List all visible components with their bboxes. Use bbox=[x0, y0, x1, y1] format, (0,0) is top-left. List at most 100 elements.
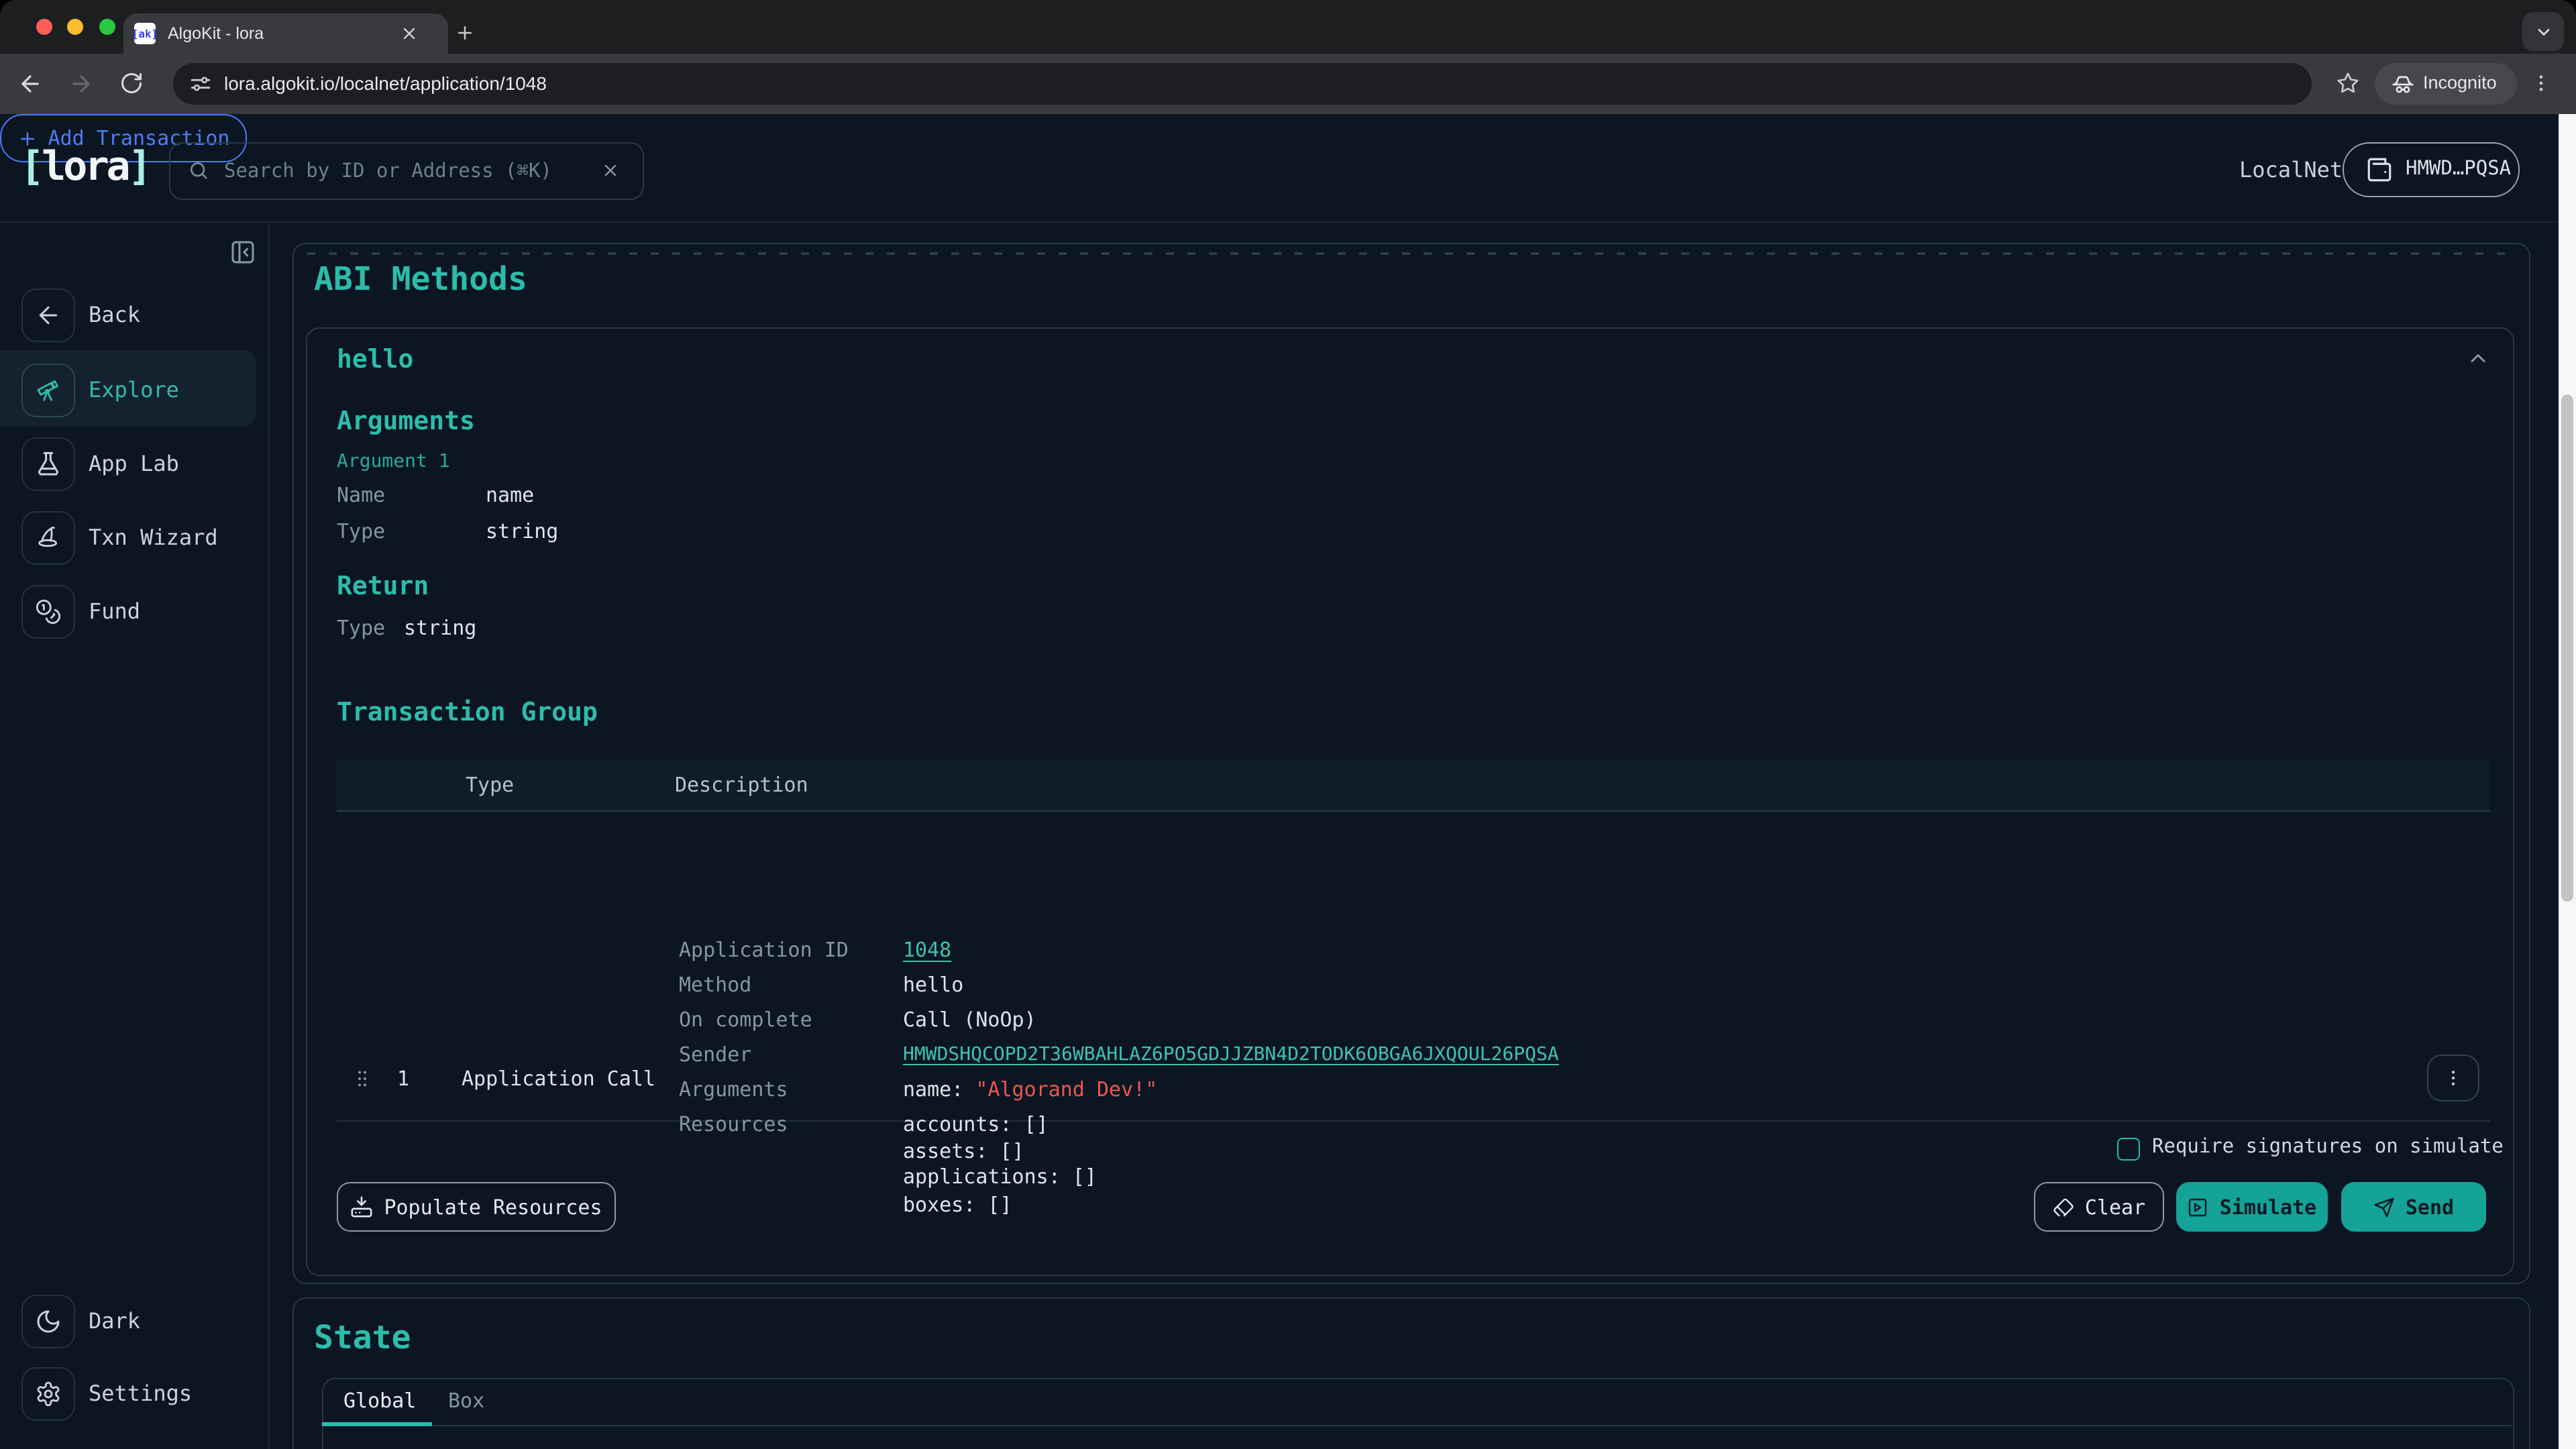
browser-window: [ak] AlgoKit - lora lora.algokit.io/l bbox=[0, 0, 2576, 1449]
require-signatures-label[interactable]: Require signatures on simulate bbox=[2152, 1136, 2504, 1158]
square-play-icon bbox=[2188, 1196, 2209, 1218]
card-dashed-decor bbox=[307, 252, 2516, 255]
tab-search-chevron-button[interactable] bbox=[2522, 12, 2564, 51]
reload-button[interactable] bbox=[119, 71, 144, 95]
sidebar-item-txn-wizard[interactable]: Txn Wizard bbox=[0, 511, 268, 573]
sidebar-item-app-lab[interactable]: App Lab bbox=[0, 437, 268, 499]
return-type-value: string bbox=[404, 616, 476, 640]
state-tabs-container bbox=[322, 1378, 2514, 1449]
tabs-divider bbox=[322, 1425, 2512, 1426]
column-type: Type bbox=[466, 773, 514, 797]
sidebar-item-dark-mode[interactable]: Dark bbox=[0, 1295, 268, 1356]
traffic-close-button[interactable] bbox=[36, 19, 52, 35]
clear-button[interactable]: Clear bbox=[2034, 1182, 2164, 1232]
resource-accounts: accounts: [] bbox=[903, 1112, 1049, 1136]
on-complete-value: Call (NoOp) bbox=[903, 1008, 1036, 1032]
abi-methods-title: ABI Methods bbox=[314, 260, 527, 298]
send-icon bbox=[2373, 1196, 2395, 1218]
wallet-address: HMWD…PQSA bbox=[2406, 158, 2511, 180]
search-icon bbox=[188, 160, 209, 181]
argument-name-value: name bbox=[486, 483, 534, 507]
network-label[interactable]: LocalNet bbox=[2239, 157, 2343, 182]
tab-title: AlgoKit - lora bbox=[168, 24, 264, 43]
collapse-chevron-up-icon[interactable] bbox=[2466, 346, 2490, 370]
argument1-heading: Argument 1 bbox=[337, 451, 450, 472]
method-value: hello bbox=[903, 973, 963, 997]
row-type: Application Call bbox=[462, 1067, 655, 1091]
screen: [ak] AlgoKit - lora lora.algokit.io/l bbox=[0, 0, 2576, 1449]
bookmark-star-icon[interactable] bbox=[2336, 71, 2360, 95]
header-divider bbox=[0, 221, 2559, 223]
favicon-icon: [ak] bbox=[134, 23, 156, 44]
state-title: State bbox=[314, 1319, 411, 1356]
detail-label: Arguments bbox=[679, 1077, 788, 1102]
sidebar-item-fund[interactable]: Fund bbox=[0, 585, 268, 647]
row-index: 1 bbox=[397, 1067, 409, 1091]
telescope-icon bbox=[21, 364, 75, 417]
incognito-badge: Incognito bbox=[2375, 63, 2517, 105]
back-button[interactable] bbox=[17, 71, 43, 97]
wallet-button[interactable]: HMWD…PQSA bbox=[2343, 142, 2520, 197]
application-id-link[interactable]: 1048 bbox=[903, 938, 951, 962]
send-button[interactable]: Send bbox=[2341, 1182, 2486, 1232]
detail-label: On complete bbox=[679, 1008, 812, 1032]
transaction-table-header: Type Description bbox=[337, 759, 2490, 812]
sidebar-item-settings[interactable]: Settings bbox=[0, 1367, 268, 1429]
url-text[interactable]: lora.algokit.io/localnet/application/104… bbox=[224, 72, 547, 94]
lora-logo[interactable]: [lora] bbox=[20, 144, 150, 191]
transaction-row[interactable]: 1 Application Call Application ID 1048 M… bbox=[337, 810, 2490, 1122]
drag-handle-icon[interactable] bbox=[352, 1068, 373, 1089]
sidebar-divider bbox=[268, 223, 270, 1449]
search-input[interactable] bbox=[221, 144, 589, 199]
forward-button[interactable] bbox=[68, 71, 94, 97]
sidebar-collapse-icon[interactable] bbox=[229, 239, 256, 266]
method-name-heading: hello bbox=[337, 345, 413, 374]
argument-string-value: "Algorand Dev!" bbox=[975, 1077, 1157, 1102]
browser-menu-icon[interactable] bbox=[2530, 71, 2552, 95]
url-bar[interactable]: lora.algokit.io/localnet/application/104… bbox=[173, 63, 2312, 105]
traffic-minimize-button[interactable] bbox=[67, 19, 83, 35]
new-tab-button[interactable] bbox=[455, 23, 475, 43]
return-heading: Return bbox=[337, 572, 429, 601]
coins-icon bbox=[21, 585, 75, 639]
incognito-label: Incognito bbox=[2423, 72, 2497, 93]
require-signatures-checkbox[interactable] bbox=[2117, 1138, 2140, 1161]
active-tab-underline bbox=[322, 1422, 432, 1426]
gear-icon bbox=[21, 1367, 75, 1421]
detail-label: Application ID bbox=[679, 938, 849, 962]
detail-label: Sender bbox=[679, 1042, 751, 1067]
sidebar-item-explore[interactable]: Explore bbox=[0, 364, 268, 425]
incognito-icon bbox=[2391, 72, 2415, 97]
search-clear-icon[interactable] bbox=[601, 161, 620, 180]
argument-name-label: Name bbox=[337, 483, 385, 507]
wizard-hat-icon bbox=[21, 511, 75, 565]
ellipsis-vertical-icon bbox=[2443, 1067, 2463, 1089]
arrow-left-icon bbox=[21, 288, 75, 342]
eraser-icon bbox=[2053, 1196, 2074, 1218]
tab-close-icon[interactable] bbox=[400, 23, 419, 44]
lora-app: [lora] LocalNet HMWD…PQSA Back Explore bbox=[0, 114, 2576, 1449]
site-info-icon[interactable] bbox=[189, 72, 212, 95]
resource-applications: applications: [] bbox=[903, 1165, 1097, 1189]
search-box[interactable] bbox=[169, 142, 644, 200]
sender-address-link[interactable]: HMWDSHQCOPD2T36WBAHLAZ6PO5GDJJZBN4D2TODK… bbox=[903, 1044, 1559, 1065]
return-type-label: Type bbox=[337, 616, 385, 640]
detail-label: Resources bbox=[679, 1112, 788, 1136]
row-menu-button[interactable] bbox=[2427, 1055, 2479, 1102]
arguments-value: name: "Algorand Dev!" bbox=[903, 1077, 1157, 1102]
traffic-zoom-button[interactable] bbox=[99, 19, 115, 35]
tab-global[interactable]: Global bbox=[343, 1389, 416, 1413]
resource-assets: assets: [] bbox=[903, 1139, 1024, 1163]
transaction-group-heading: Transaction Group bbox=[337, 698, 598, 727]
scrollbar-thumb[interactable] bbox=[2561, 394, 2573, 902]
sidebar-item-back[interactable]: Back bbox=[0, 288, 268, 350]
moon-icon bbox=[21, 1295, 75, 1348]
tab-box[interactable]: Box bbox=[448, 1389, 484, 1413]
wallet-icon bbox=[2365, 156, 2394, 184]
populate-resources-button[interactable]: Populate Resources bbox=[337, 1182, 616, 1232]
simulate-button[interactable]: Simulate bbox=[2176, 1182, 2328, 1232]
column-description: Description bbox=[675, 773, 808, 797]
populate-icon bbox=[350, 1195, 373, 1218]
page-scrollbar[interactable] bbox=[2559, 114, 2576, 1449]
browser-tab[interactable]: [ak] AlgoKit - lora bbox=[123, 13, 448, 54]
